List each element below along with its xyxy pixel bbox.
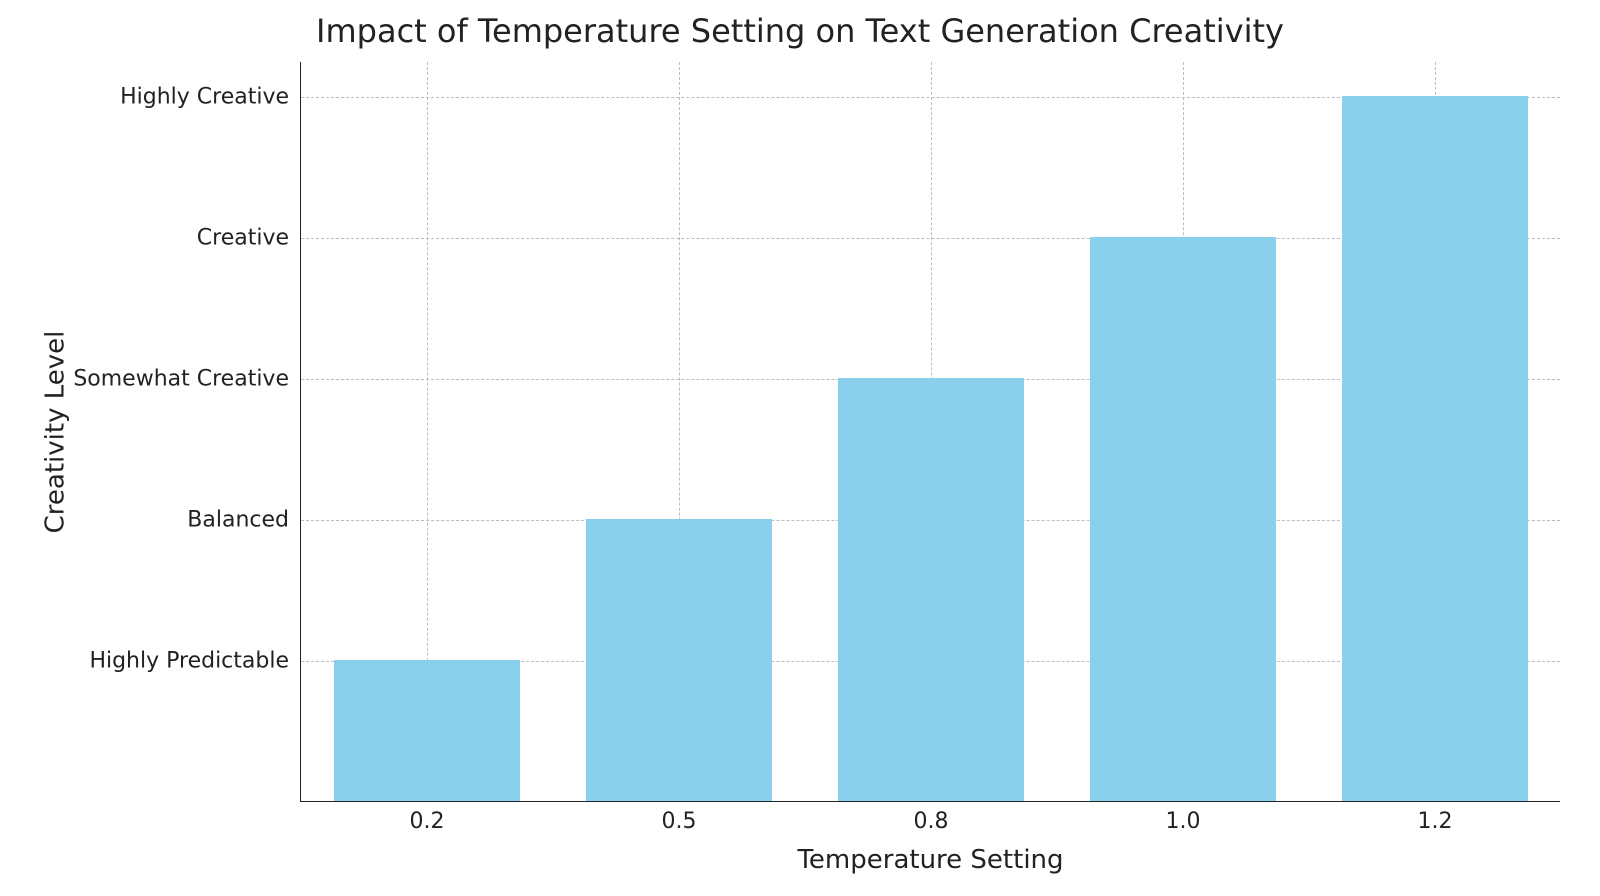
y-tick-label: Creative: [197, 226, 289, 251]
y-tick-label: Highly Creative: [120, 85, 289, 110]
chart-title: Impact of Temperature Setting on Text Ge…: [0, 12, 1600, 50]
chart-container: Impact of Temperature Setting on Text Ge…: [0, 0, 1600, 896]
x-tick-label: 0.8: [914, 809, 949, 834]
x-tick-label: 1.2: [1418, 809, 1453, 834]
bar: [838, 378, 1024, 801]
y-tick-label: Balanced: [187, 508, 289, 533]
bar: [586, 519, 772, 801]
bar: [1342, 96, 1528, 801]
y-axis-label: Creativity Level: [40, 331, 70, 534]
x-axis-label: Temperature Setting: [301, 845, 1560, 875]
y-tick-label: Highly Predictable: [89, 649, 289, 674]
x-tick-label: 0.5: [662, 809, 697, 834]
bar: [1090, 237, 1276, 801]
x-tick-label: 1.0: [1166, 809, 1201, 834]
x-tick-label: 0.2: [410, 809, 445, 834]
y-tick-label: Somewhat Creative: [73, 367, 289, 392]
bar: [334, 660, 520, 801]
plot-area: Temperature Setting Highly PredictableBa…: [300, 62, 1560, 802]
y-axis-label-wrap: Creativity Level: [40, 62, 70, 802]
